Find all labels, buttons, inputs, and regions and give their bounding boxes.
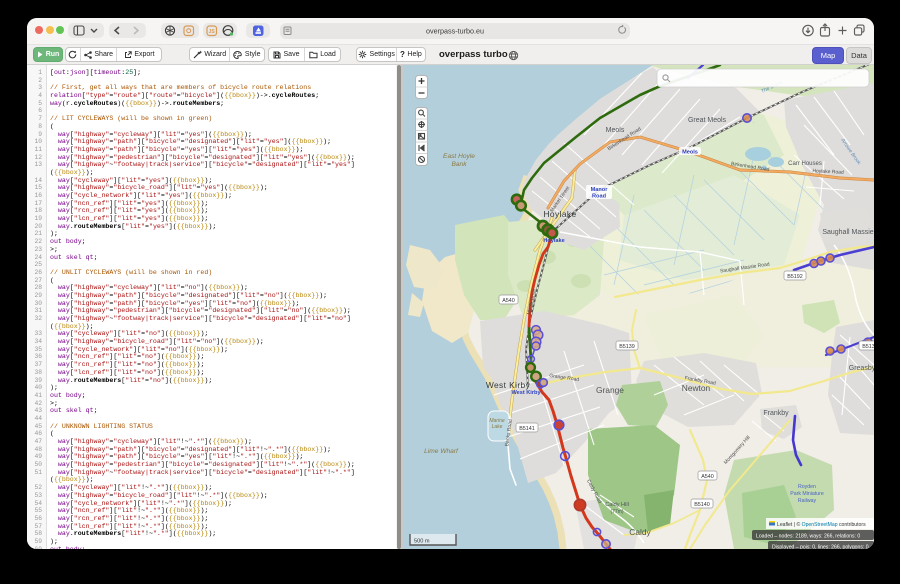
svg-text:(77m): (77m) [610,509,623,515]
svg-text:Park Miniature: Park Miniature [790,491,824,497]
svg-text:Greasby: Greasby [849,365,874,372]
svg-text:B5141: B5141 [519,426,535,432]
svg-text:Meols: Meols [682,150,698,156]
svg-text:Loaded – nodes: 2189, ways: 26: Loaded – nodes: 2189, ways: 266, relatio… [756,534,860,540]
svg-text:overpass-turbo.eu: overpass-turbo.eu [426,26,484,35]
svg-text:B5139: B5139 [862,344,874,350]
svg-text:A540: A540 [502,298,515,304]
svg-text:Bank: Bank [451,161,467,168]
svg-text:Hoylake: Hoylake [543,238,564,244]
svg-text:A540: A540 [701,474,714,480]
svg-text:B5192: B5192 [787,274,803,280]
svg-text:Displayed – pois: 0, lines: 26: Displayed – pois: 0, lines: 266, polygon… [772,545,869,550]
svg-text:Carr Houses: Carr Houses [788,161,822,167]
svg-text:Railway: Railway [798,498,817,504]
svg-text:Saughall Massie: Saughall Massie [822,229,873,236]
svg-text:B5139: B5139 [619,344,635,350]
svg-text:Meols: Meols [606,127,625,134]
svg-text:Manor: Manor [591,187,609,193]
svg-text:Lake: Lake [492,424,503,430]
svg-text:Frankby: Frankby [763,410,789,417]
svg-text:Grange: Grange [596,385,624,395]
svg-text:East Hoyle: East Hoyle [443,153,475,160]
svg-text:West Kirby: West Kirby [511,390,541,396]
svg-text:Road: Road [592,194,607,200]
svg-text:Leaflet | © OpenStreetMap cont: Leaflet | © OpenStreetMap contributors [777,521,866,528]
svg-text:Caldy Hill: Caldy Hill [605,502,629,508]
svg-text:JS: JS [209,29,216,35]
svg-text:Lime Wharf: Lime Wharf [424,448,459,455]
svg-text:Caldy: Caldy [629,527,651,537]
svg-text:Royden: Royden [798,484,816,490]
svg-text:500 m: 500 m [414,539,430,545]
svg-text:B5140: B5140 [694,502,710,508]
svg-text:Great Meols: Great Meols [688,117,727,124]
svg-text:West Kirby: West Kirby [486,380,531,390]
